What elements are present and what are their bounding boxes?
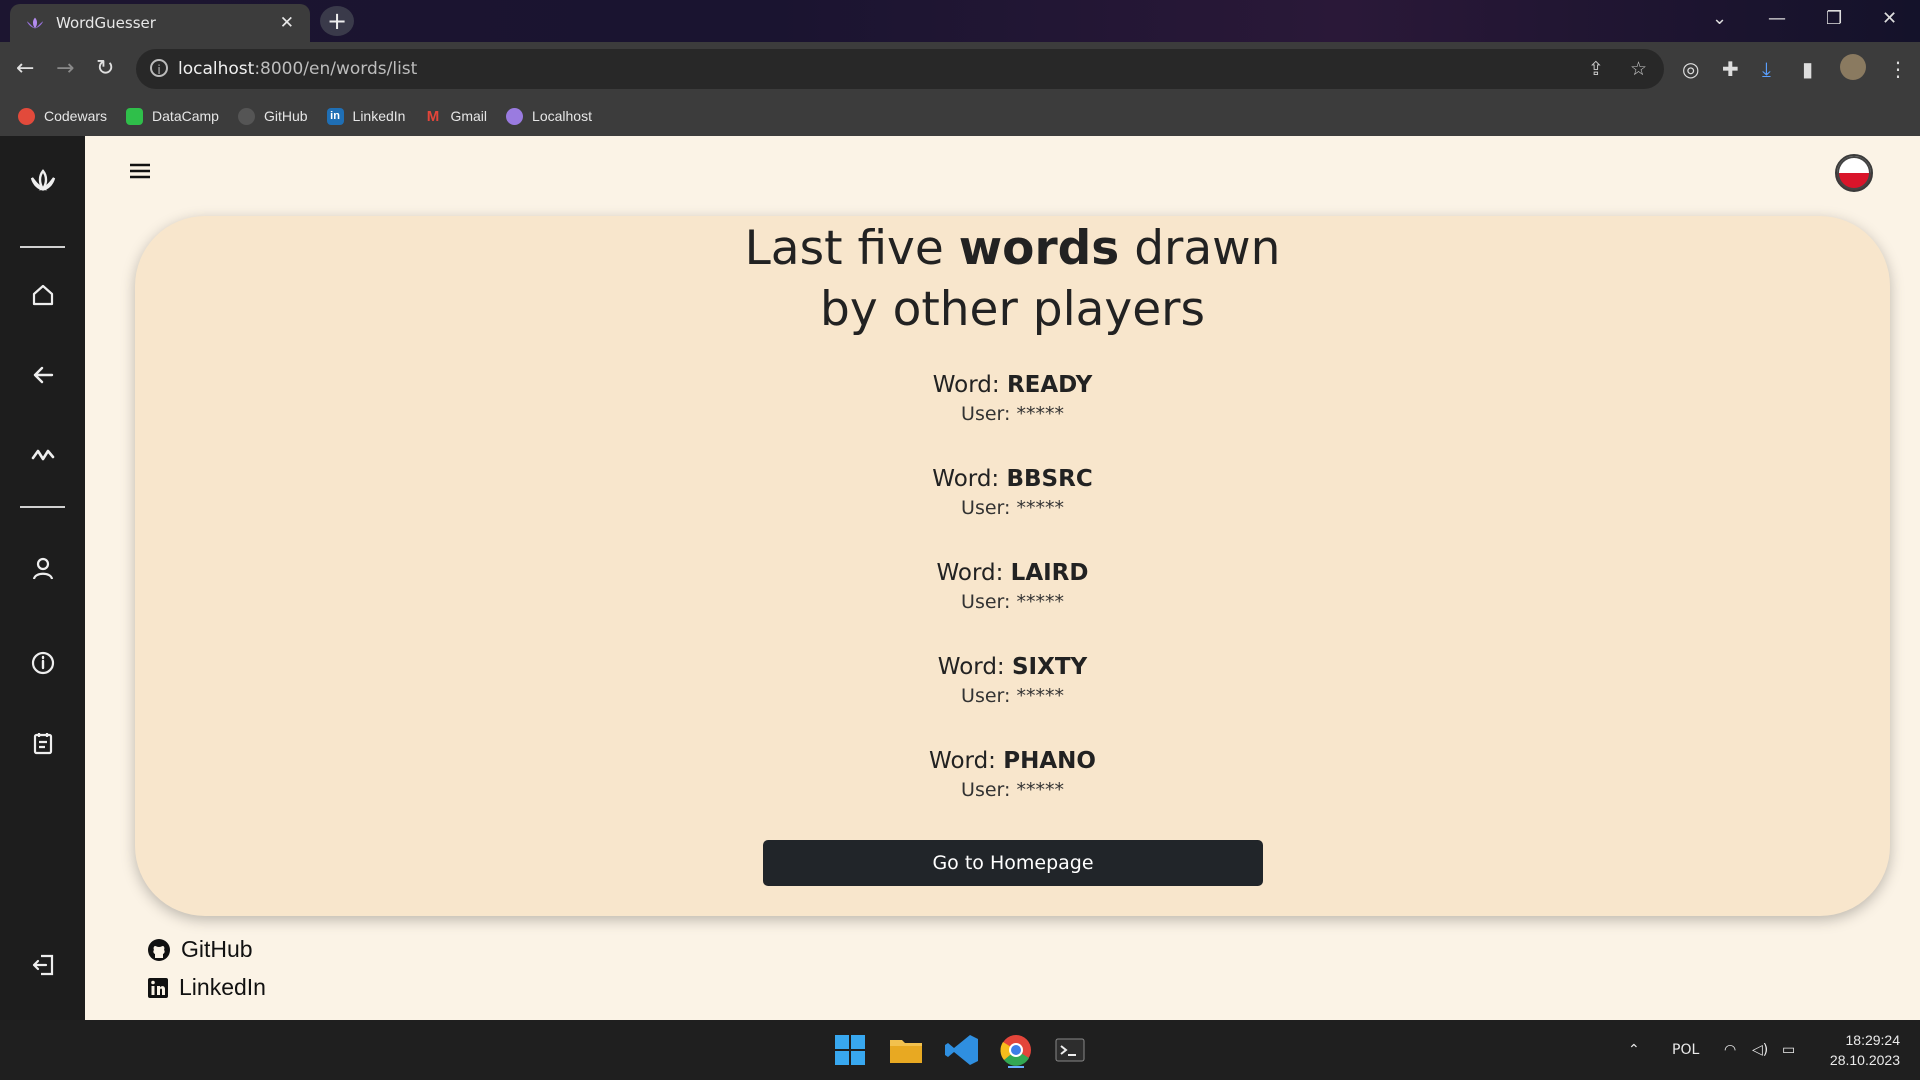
bookmark-codewars[interactable]: Codewars [18,107,107,125]
input-language[interactable]: POL [1672,1042,1699,1058]
sidebar-item-info[interactable] [0,650,85,680]
sidebar-divider [20,246,65,248]
browser-titlebar: WordGuesser ✕ + ⌄ — ❐ ✕ [0,0,1920,42]
volume-icon[interactable]: ◁) [1752,1042,1768,1058]
file-explorer-icon[interactable] [886,1032,926,1068]
linkedin-icon [148,977,168,998]
sidebar-item-activity[interactable] [0,442,85,472]
gmail-icon: M [426,107,440,125]
bookmark-linkedin[interactable]: in LinkedIn [326,107,405,125]
tray-chevron-icon[interactable]: ⌃ [1628,1042,1640,1058]
github-icon [148,938,170,961]
download-icon[interactable]: ⤓ [1762,57,1771,81]
bookmark-localhost[interactable]: Localhost [506,107,592,125]
sidebar-item-back[interactable] [0,362,85,392]
polish-flag-icon[interactable] [1835,154,1873,192]
bookmarks-bar: Codewars DataCamp GitHub in LinkedIn M Gma… [0,96,1920,136]
sidebar-item-logout[interactable] [0,952,85,982]
bookmark-datacamp[interactable]: DataCamp [126,107,219,125]
site-info-icon[interactable]: i [150,59,168,77]
github-icon [237,107,255,125]
side-panel-icon[interactable]: ▮ [1802,57,1813,81]
list-item: Word: BBSRC User: ***** [932,466,1093,519]
system-clock[interactable]: 18:29:24 28.10.2023 [1800,1030,1900,1070]
clipboard-icon [33,733,52,755]
windows-start-icon[interactable] [830,1032,870,1068]
address-bar[interactable]: i localhost:8000/en/words/list ⇪ ☆ [136,49,1664,89]
arrow-left-icon [33,366,53,384]
share-icon[interactable]: ⇪ [1588,58,1604,80]
list-item: Word: SIXTY User: ***** [937,654,1088,707]
chrome-icon[interactable] [996,1032,1036,1068]
list-item: Word: PHANO User: ***** [929,748,1096,801]
codewars-icon [18,107,35,125]
profile-avatar[interactable] [1840,54,1866,80]
sidebar-item-notes[interactable] [0,730,85,760]
sidebar-item-home[interactable] [0,282,85,312]
lotus-logo-icon [30,169,55,192]
close-window-icon[interactable]: ✕ [1882,8,1897,29]
footer-github-link[interactable]: GitHub [147,936,253,963]
main-content: Last five words drawn by other players W… [85,136,1920,1020]
bookmark-github[interactable]: GitHub [237,107,308,125]
color-extension-icon[interactable]: ◎ [1682,57,1699,81]
list-item: Word: READY User: ***** [932,372,1093,425]
sidebar-divider [20,506,65,508]
restore-icon[interactable]: ❐ [1826,8,1842,29]
battery-icon[interactable]: ▭ [1782,1042,1795,1058]
list-item: Word: LAIRD User: ***** [936,560,1089,613]
app-sidebar [0,136,85,1020]
datacamp-icon [126,107,144,125]
words-card: Last five words drawn by other players W… [135,216,1890,916]
info-icon [31,651,54,675]
os-taskbar: ⌃ POL ◠ ◁) ▭ 18:29:24 28.10.2023 [0,1020,1920,1080]
tab-title: WordGuesser [56,14,156,32]
logout-icon [32,954,53,976]
hamburger-menu-icon[interactable] [129,162,151,180]
extensions-icon[interactable]: ✚ [1722,57,1739,81]
user-icon [32,557,53,580]
menu-icon[interactable]: ⋮ [1888,57,1908,81]
forward-icon[interactable]: → [56,56,74,81]
lotus-favicon-icon [26,17,44,29]
url-text[interactable]: localhost:8000/en/words/list [178,59,417,79]
back-icon[interactable]: ← [16,56,34,81]
browser-toolbar: ← → ↻ i localhost:8000/en/words/list ⇪ ☆… [0,42,1920,96]
vscode-icon[interactable] [942,1032,982,1068]
browser-tab[interactable]: WordGuesser ✕ [10,4,310,42]
page-title: Last five words drawn by other players [744,221,1281,337]
sidebar-logo[interactable] [0,168,85,198]
terminal-icon[interactable] [1050,1032,1090,1068]
activity-icon [31,449,54,461]
wifi-icon[interactable]: ◠ [1724,1042,1736,1058]
reload-icon[interactable]: ↻ [96,56,114,81]
footer-linkedin-link[interactable]: LinkedIn [147,974,266,1001]
bookmark-gmail[interactable]: M Gmail [424,108,487,125]
go-to-homepage-button[interactable]: Go to Homepage [763,840,1263,886]
sidebar-item-profile[interactable] [0,556,85,586]
lotus-icon [506,107,524,125]
home-icon [32,284,53,306]
new-tab-button[interactable]: + [320,6,354,36]
bookmark-star-icon[interactable]: ☆ [1630,58,1647,80]
minimize-icon[interactable]: — [1768,8,1786,29]
linkedin-icon: in [326,107,344,125]
tab-search-icon[interactable]: ⌄ [1712,8,1727,29]
tab-close-icon[interactable]: ✕ [280,13,294,33]
